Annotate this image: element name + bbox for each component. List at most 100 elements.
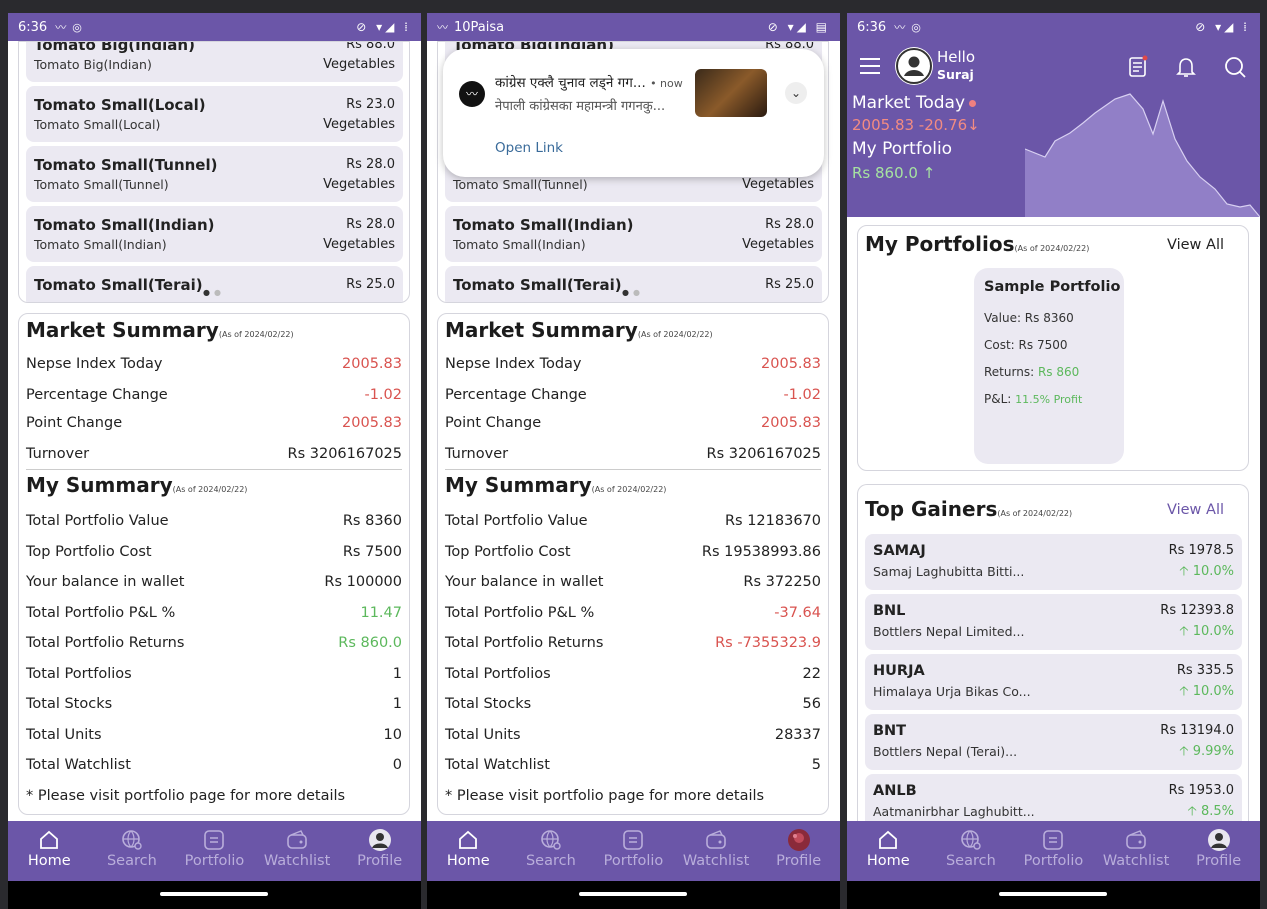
live-indicator-dot bbox=[969, 99, 977, 107]
push-notification[interactable]: 〰 कांग्रेस एक्लै चुनाव लड्ने गग... • now… bbox=[443, 49, 824, 177]
summary-row: Nepse Index Today 2005.83 bbox=[445, 356, 821, 372]
nav-label: Watchlist bbox=[682, 853, 750, 869]
nav-label: Portfolio bbox=[603, 853, 664, 869]
nav-search[interactable]: Search bbox=[91, 821, 174, 881]
commodity-item[interactable]: Tomato Big(Indian) Tomato Big(Indian) Rs… bbox=[26, 42, 403, 82]
divider bbox=[26, 469, 402, 470]
portfolio-icon bbox=[592, 827, 675, 853]
nav-search[interactable]: Search bbox=[510, 821, 593, 881]
bell-icon[interactable] bbox=[1175, 55, 1197, 79]
nav-watchlist[interactable]: Watchlist bbox=[675, 821, 758, 881]
nav-label: Watchlist bbox=[263, 853, 331, 869]
hamburger-menu-icon[interactable] bbox=[859, 57, 881, 75]
app-notification-icon: 〰 bbox=[437, 21, 448, 34]
market-header: Hello Suraj Market Today 2005.83 -20.76↓… bbox=[847, 41, 1260, 217]
stock-price: Rs 13194.0 bbox=[1160, 723, 1234, 738]
stock-symbol: ANLB bbox=[873, 783, 917, 799]
commodity-item[interactable]: Tomato Small(Terai) Rs 25.0 bbox=[445, 266, 822, 302]
portfolio-card[interactable]: Sample Portfolio Value: Rs 8360 Cost: Rs… bbox=[974, 268, 1124, 464]
nav-watchlist[interactable]: Watchlist bbox=[1095, 821, 1178, 881]
portfolio-value: Value: Rs 8360 bbox=[984, 311, 1074, 325]
stock-name: Samaj Laghubitta Bitti... bbox=[873, 564, 1025, 579]
commodity-name: Tomato Small(Tunnel) bbox=[34, 156, 218, 174]
summary-row: Percentage Change -1.02 bbox=[445, 387, 821, 403]
carousel-page-dots[interactable]: ●● bbox=[19, 288, 409, 297]
commodity-item[interactable]: Tomato Small(Tunnel) Tomato Small(Tunnel… bbox=[26, 146, 403, 202]
carousel-page-dots[interactable]: ●● bbox=[438, 288, 828, 297]
nav-label: Portfolio bbox=[1023, 853, 1084, 869]
stock-name: Bottlers Nepal (Terai)... bbox=[873, 744, 1018, 759]
top-gainers-heading: Top Gainers(As of 2024/02/22) bbox=[865, 497, 1073, 521]
nav-label: Home bbox=[446, 853, 490, 869]
summary-card: Market Summary(As of 2024/02/22) Nepse I… bbox=[18, 313, 410, 815]
commodity-item[interactable]: Tomato Small(Indian) Tomato Small(Indian… bbox=[26, 206, 403, 262]
home-icon bbox=[427, 827, 510, 853]
commodity-subtitle: Tomato Big(Indian) bbox=[34, 57, 152, 72]
view-all-gainers-link[interactable]: View All bbox=[1167, 502, 1224, 518]
app-logo-icon: 〰 bbox=[459, 81, 485, 107]
commodity-item[interactable]: Tomato Small(Indian) Tomato Small(Indian… bbox=[445, 206, 822, 262]
stock-change: 🡡 10.0% bbox=[1179, 624, 1234, 639]
status-indicators: ⊘ ▾◢ ⁞ bbox=[356, 20, 411, 34]
summary-row: Nepse Index Today 2005.83 bbox=[26, 356, 402, 372]
commodity-category: Vegetables bbox=[742, 237, 814, 252]
summary-row: Turnover Rs 3206167025 bbox=[26, 446, 402, 462]
nav-profile[interactable]: Profile bbox=[1177, 821, 1260, 881]
my-portfolios-card: My Portfolios(As of 2024/02/22) View All… bbox=[857, 225, 1249, 471]
home-gesture-pill[interactable] bbox=[999, 892, 1107, 896]
nav-portfolio[interactable]: Portfolio bbox=[592, 821, 675, 881]
view-all-portfolios-link[interactable]: View All bbox=[1167, 237, 1224, 253]
user-avatar[interactable] bbox=[895, 47, 933, 85]
sync-icon: ◎ bbox=[911, 20, 921, 34]
nav-search[interactable]: Search bbox=[930, 821, 1013, 881]
stock-name: Himalaya Urja Bikas Co... bbox=[873, 684, 1031, 699]
portfolio-icon bbox=[173, 827, 256, 853]
commodity-name: Tomato Small(Indian) bbox=[453, 216, 634, 234]
search-icon[interactable] bbox=[1223, 55, 1247, 79]
notification-title: कांग्रेस एक्लै चुनाव लड्ने गग... • now bbox=[495, 75, 683, 91]
nav-watchlist[interactable]: Watchlist bbox=[256, 821, 339, 881]
home-gesture-pill[interactable] bbox=[160, 892, 268, 896]
nav-home[interactable]: Home bbox=[8, 821, 91, 881]
nav-label: Search bbox=[525, 853, 576, 869]
stock-change: 🡡 8.5% bbox=[1187, 804, 1235, 819]
nav-portfolio[interactable]: Portfolio bbox=[1012, 821, 1095, 881]
gainer-item[interactable]: HURJA Himalaya Urja Bikas Co... Rs 335.5… bbox=[865, 654, 1242, 710]
nav-label: Portfolio bbox=[184, 853, 245, 869]
summary-row: Your balance in wallet Rs 100000 bbox=[26, 574, 402, 590]
summary-row: Your balance in wallet Rs 372250 bbox=[445, 574, 821, 590]
globe-search-icon bbox=[510, 827, 593, 853]
gainer-item[interactable]: BNT Bottlers Nepal (Terai)... Rs 13194.0… bbox=[865, 714, 1242, 770]
commodity-carousel[interactable]: Tomato Big(Indian) Tomato Big(Indian) Rs… bbox=[18, 41, 410, 303]
commodity-item[interactable]: Tomato Small(Terai) Rs 25.0 bbox=[26, 266, 403, 302]
nav-profile[interactable]: Profile bbox=[757, 821, 840, 881]
home-content: Tomato Big(Indian) Tomato Big(Indian) Rs… bbox=[8, 41, 421, 821]
commodity-name: Tomato Small(Local) bbox=[34, 96, 206, 114]
home-gesture-pill[interactable] bbox=[579, 892, 687, 896]
summary-row: Turnover Rs 3206167025 bbox=[445, 446, 821, 462]
portfolio-returns: Returns: Rs 860 bbox=[984, 365, 1080, 379]
chevron-down-icon[interactable]: ⌄ bbox=[785, 82, 807, 104]
nav-home[interactable]: Home bbox=[427, 821, 510, 881]
arrow-up-icon: 🡡 bbox=[1179, 684, 1193, 699]
gainer-item[interactable]: ANLB Aatmanirbhar Laghubitt... Rs 1953.0… bbox=[865, 774, 1242, 821]
divider bbox=[445, 469, 821, 470]
commodity-item[interactable]: Tomato Small(Local) Tomato Small(Local) … bbox=[26, 86, 403, 142]
nav-profile[interactable]: Profile bbox=[338, 821, 421, 881]
system-nav-bar bbox=[847, 881, 1260, 909]
summary-row: Point Change 2005.83 bbox=[26, 415, 402, 431]
news-icon[interactable] bbox=[1127, 55, 1149, 79]
status-bar: 〰 10Paisa ⊘ ▾◢ ▤ bbox=[427, 13, 840, 41]
commodity-subtitle: Tomato Small(Indian) bbox=[34, 237, 167, 252]
market-today-value: 2005.83 -20.76↓ bbox=[852, 116, 980, 134]
home-icon bbox=[847, 827, 930, 853]
nav-home[interactable]: Home bbox=[847, 821, 930, 881]
gainer-item[interactable]: BNL Bottlers Nepal Limited... Rs 12393.8… bbox=[865, 594, 1242, 650]
stock-price: Rs 1953.0 bbox=[1168, 783, 1234, 798]
phone-screen-3: 6:36 〰 ◎ ⊘ ▾◢ ⁞ Hello Suraj Market Today… bbox=[847, 13, 1260, 909]
commodity-subtitle: Tomato Small(Tunnel) bbox=[34, 177, 169, 192]
open-link-button[interactable]: Open Link bbox=[495, 140, 563, 156]
nav-portfolio[interactable]: Portfolio bbox=[173, 821, 256, 881]
wallet-icon bbox=[1095, 827, 1178, 853]
gainer-item[interactable]: SAMAJ Samaj Laghubitta Bitti... Rs 1978.… bbox=[865, 534, 1242, 590]
